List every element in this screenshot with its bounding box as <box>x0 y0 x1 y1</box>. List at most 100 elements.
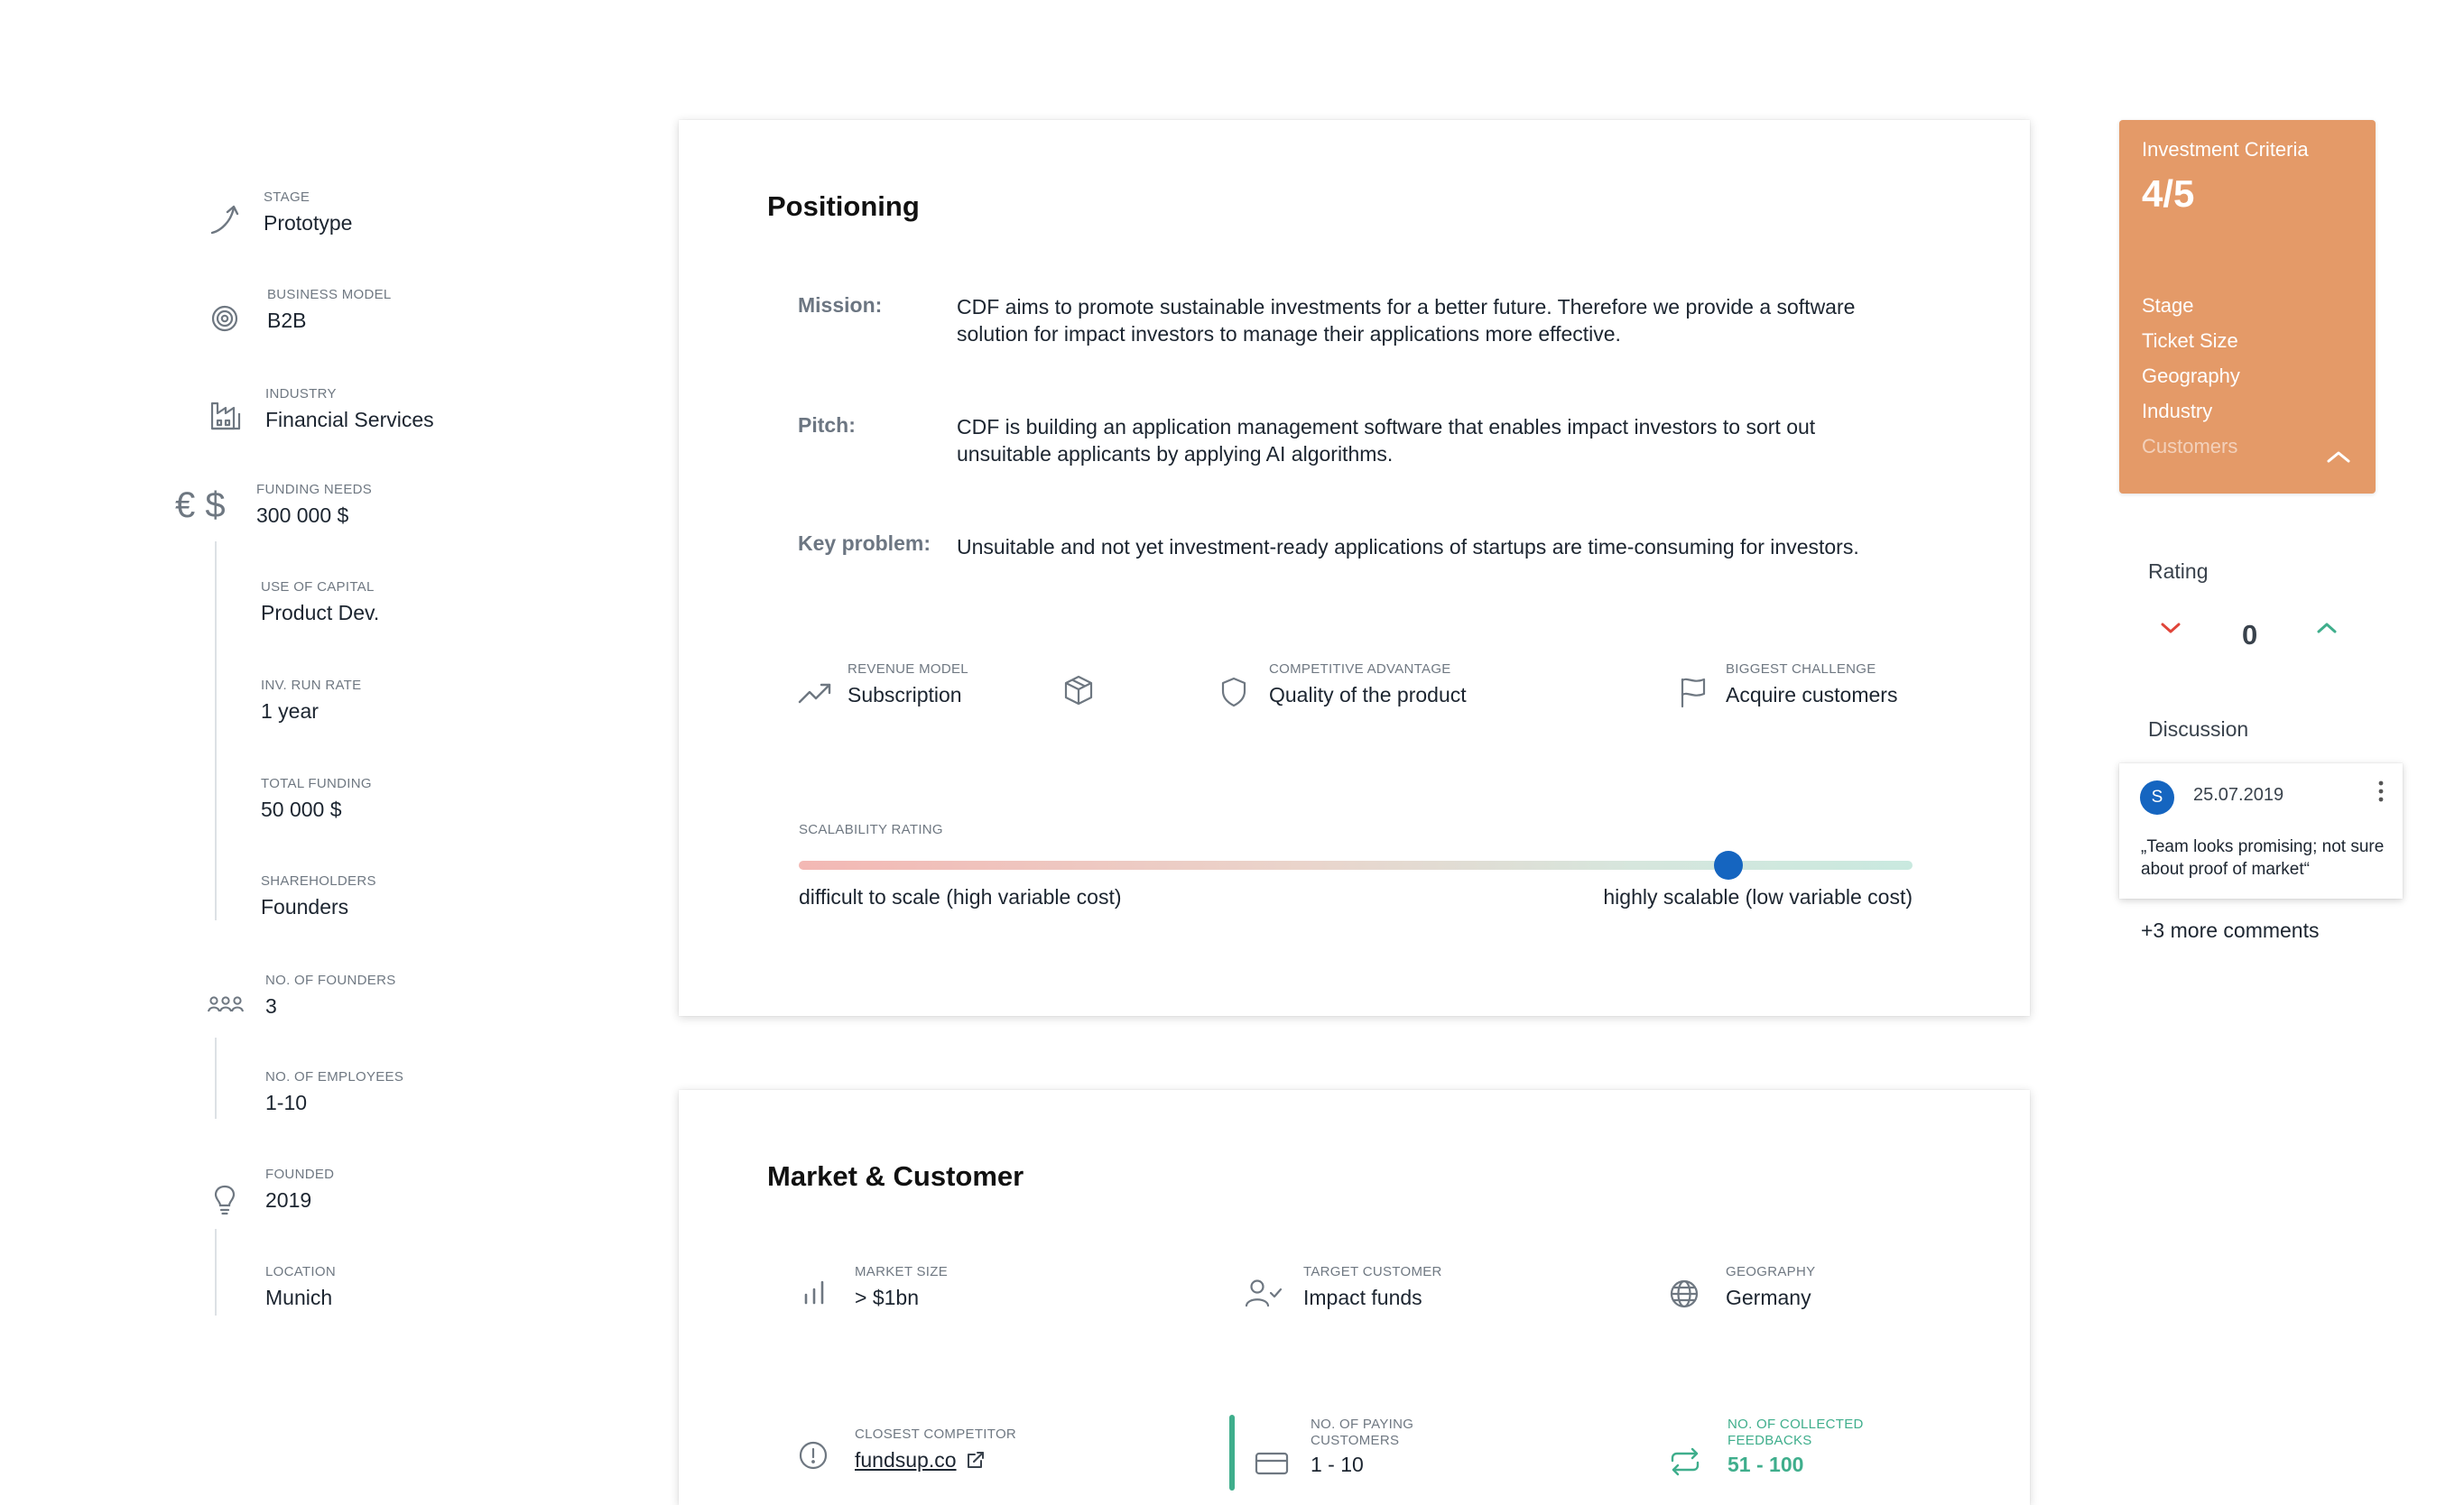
paying-customers-indicator-bar <box>1229 1415 1235 1491</box>
positioning-title: Positioning <box>767 190 920 222</box>
location-fact: LOCATION Munich <box>265 1264 336 1311</box>
geography-value: Germany <box>1726 1286 1811 1309</box>
repeat-icon <box>1669 1445 1701 1478</box>
use-of-capital-value: Product Dev. <box>261 601 380 624</box>
shareholders-label: SHAREHOLDERS <box>261 873 376 889</box>
no-of-founders-label: NO. OF FOUNDERS <box>265 973 396 988</box>
market-size-label: MARKET SIZE <box>855 1264 949 1279</box>
credit-card-icon <box>1255 1451 1289 1476</box>
scalability-low-caption: difficult to scale (high variable cost) <box>799 885 1122 909</box>
paying-customers-feature: NO. OF PAYING CUSTOMERS 1 - 10 <box>1311 1417 1413 1478</box>
stage-value: Prototype <box>264 211 353 235</box>
stage-arrow-icon <box>208 202 242 236</box>
scalability-high-caption: highly scalable (low variable cost) <box>1603 885 1913 909</box>
comment-date: 25.07.2019 <box>2193 785 2284 805</box>
founded-value: 2019 <box>265 1188 312 1212</box>
founding-group-line <box>215 1229 217 1316</box>
founded-label: FOUNDED <box>265 1167 335 1182</box>
market-size-feature: MARKET SIZE > $1bn <box>855 1264 948 1311</box>
team-group-line <box>215 1038 217 1119</box>
shareholders-fact: SHAREHOLDERS Founders <box>261 873 376 920</box>
founded-fact: FOUNDED 2019 <box>265 1167 334 1214</box>
chevron-up-icon[interactable] <box>2325 448 2352 465</box>
inv-run-rate-label: INV. RUN RATE <box>261 678 362 693</box>
funding-needs-label: FUNDING NEEDS <box>256 482 373 497</box>
trending-up-icon <box>797 679 833 706</box>
scalability-slider-handle[interactable] <box>1714 851 1744 880</box>
more-vertical-icon[interactable] <box>2377 780 2385 803</box>
market-customer-card: Market & Customer MARKET SIZE > $1bn TAR… <box>679 1090 2030 1505</box>
comment-text: „Team looks promising; not sure about pr… <box>2141 837 2385 879</box>
business-model-value: B2B <box>267 309 307 332</box>
stage-fact: STAGE Prototype <box>264 189 352 236</box>
investment-criteria-panel[interactable]: Investment Criteria 4/5 Stage Ticket Siz… <box>2119 120 2376 494</box>
location-value: Munich <box>265 1286 333 1309</box>
avatar: S <box>2140 780 2174 815</box>
rating-title: Rating <box>2148 559 2209 583</box>
pitch-text: CDF is building an application managemen… <box>957 415 1816 466</box>
inv-run-rate-fact: INV. RUN RATE 1 year <box>261 678 361 725</box>
criteria-item-industry: Industry <box>2142 400 2213 422</box>
user-check-icon <box>1245 1278 1283 1308</box>
flag-icon <box>1679 676 1708 708</box>
biggest-challenge-feature: BIGGEST CHALLENGE Acquire customers <box>1726 661 1897 708</box>
paying-customers-value: 1 - 10 <box>1311 1453 1364 1476</box>
globe-icon <box>1669 1279 1700 1309</box>
comment-card[interactable]: S 25.07.2019 „Team looks promising; not … <box>2119 763 2403 899</box>
use-of-capital-fact: USE OF CAPITAL Product Dev. <box>261 579 379 626</box>
package-icon <box>1063 674 1094 706</box>
total-funding-value: 50 000 $ <box>261 798 342 821</box>
industry-value: Financial Services <box>265 408 434 431</box>
no-of-employees-label: NO. OF EMPLOYEES <box>265 1069 404 1085</box>
no-of-founders-value: 3 <box>265 994 277 1018</box>
target-icon <box>210 304 239 333</box>
closest-competitor-feature: CLOSEST COMPETITOR fundsup.co <box>855 1427 1016 1473</box>
rating-up-button[interactable] <box>2314 619 2339 637</box>
total-funding-label: TOTAL FUNDING <box>261 776 372 791</box>
external-link-icon[interactable] <box>966 1450 986 1470</box>
key-problem-label: Key problem: <box>798 531 931 555</box>
market-size-value: > $1bn <box>855 1286 919 1309</box>
criteria-item-ticket-size: Ticket Size <box>2142 329 2238 352</box>
rating-down-button[interactable] <box>2158 619 2183 637</box>
revenue-model-feature: REVENUE MODEL Subscription <box>848 661 968 708</box>
criteria-title: Investment Criteria <box>2142 138 2309 161</box>
more-comments-link[interactable]: +3 more comments <box>2141 919 2320 943</box>
team-icon <box>207 993 245 1016</box>
closest-competitor-link[interactable]: fundsup.co <box>855 1446 957 1473</box>
target-customer-value: Impact funds <box>1303 1286 1422 1309</box>
scalability-slider-track[interactable] <box>799 861 1913 870</box>
scalability-label: SCALABILITY RATING <box>799 822 943 837</box>
paying-customers-label-line1: NO. OF PAYING <box>1311 1417 1414 1432</box>
funding-needs-fact: FUNDING NEEDS 300 000 $ <box>256 482 372 529</box>
industry-label: INDUSTRY <box>265 386 337 402</box>
use-of-capital-label: USE OF CAPITAL <box>261 579 375 595</box>
target-customer-label: TARGET CUSTOMER <box>1303 1264 1442 1279</box>
criteria-item-customers: Customers <box>2142 435 2238 457</box>
no-of-employees-fact: NO. OF EMPLOYEES 1-10 <box>265 1069 403 1116</box>
business-model-fact: BUSINESS MODEL B2B <box>267 287 392 334</box>
industry-fact: INDUSTRY Financial Services <box>265 386 434 433</box>
revenue-model-label: REVENUE MODEL <box>848 661 968 677</box>
no-of-employees-value: 1-10 <box>265 1091 308 1114</box>
criteria-item-stage: Stage <box>2142 294 2194 317</box>
competitive-advantage-value: Quality of the product <box>1269 683 1467 706</box>
funding-needs-value: 300 000 $ <box>256 503 349 527</box>
collected-feedbacks-label-line1: NO. OF COLLECTED <box>1728 1417 1864 1432</box>
funding-group-line <box>215 541 217 920</box>
target-customer-feature: TARGET CUSTOMER Impact funds <box>1303 1264 1442 1311</box>
total-funding-fact: TOTAL FUNDING 50 000 $ <box>261 776 372 823</box>
paying-customers-label-line2: CUSTOMERS <box>1311 1433 1400 1448</box>
biggest-challenge-value: Acquire customers <box>1726 683 1898 706</box>
lightbulb-icon <box>213 1184 236 1216</box>
mission-label: Mission: <box>798 293 883 317</box>
shareholders-value: Founders <box>261 895 349 919</box>
geography-feature: GEOGRAPHY Germany <box>1726 1264 1815 1311</box>
key-problem-text: Unsuitable and not yet investment-ready … <box>957 535 1859 559</box>
closest-competitor-label: CLOSEST COMPETITOR <box>855 1427 1017 1442</box>
competitive-advantage-feature: COMPETITIVE ADVANTAGE Quality of the pro… <box>1269 661 1467 708</box>
revenue-model-value: Subscription <box>848 683 962 706</box>
shield-icon <box>1220 676 1247 708</box>
business-model-label: BUSINESS MODEL <box>267 287 392 302</box>
collected-feedbacks-value: 51 - 100 <box>1728 1453 1804 1476</box>
